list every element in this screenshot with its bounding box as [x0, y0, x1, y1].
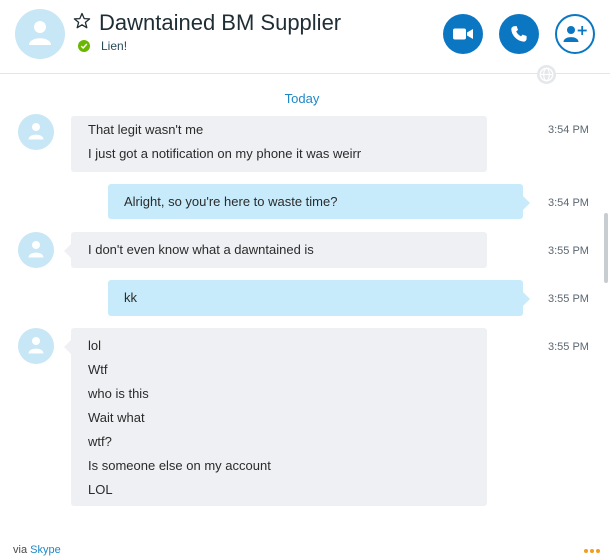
message-bubble-incoming[interactable]: That legit wasn't me I just got a notifi…	[71, 116, 487, 172]
conversation-header: Dawntained BM Supplier Lien!	[0, 0, 610, 74]
message-text: lol	[88, 338, 102, 353]
footer: via Skype	[0, 535, 610, 558]
via-prefix: via	[13, 544, 28, 556]
message-text: LOL	[88, 482, 113, 497]
message-text: I don't even know what a dawntained is	[88, 242, 314, 257]
more-options-icon[interactable]	[584, 549, 600, 553]
scrollbar-thumb[interactable]	[604, 213, 608, 283]
sender-avatar[interactable]	[18, 232, 54, 268]
person-icon	[28, 241, 44, 258]
message-text: That legit wasn't me	[88, 122, 204, 137]
message-text: Wtf	[88, 362, 108, 377]
via-attribution: via Skype	[13, 544, 61, 556]
message-timestamp: 3:55 PM	[548, 245, 589, 257]
mood-status: Lien!	[101, 39, 128, 53]
message-text: kk	[124, 290, 137, 305]
contact-avatar[interactable]	[15, 9, 65, 59]
person-icon	[28, 123, 44, 140]
contact-name[interactable]: Dawntained BM Supplier	[99, 10, 341, 36]
message-timestamp: 3:54 PM	[548, 197, 589, 209]
message-bubble-outgoing[interactable]: kk	[108, 280, 530, 316]
video-camera-icon	[453, 28, 473, 40]
message-timestamp: 3:54 PM	[548, 124, 589, 136]
message-text: I just got a notification on my phone it…	[88, 146, 362, 161]
via-skype-link[interactable]: Skype	[30, 544, 61, 556]
star-icon[interactable]	[73, 12, 91, 30]
message-text: wtf?	[88, 434, 112, 449]
presence-online-icon	[78, 40, 90, 52]
day-divider: Today	[284, 91, 320, 106]
add-person-icon	[563, 26, 587, 42]
sender-avatar[interactable]	[18, 328, 54, 364]
message-text: Is someone else on my account	[88, 458, 271, 473]
message-bubble-incoming[interactable]: I don't even know what a dawntained is	[64, 232, 487, 268]
globe-icon[interactable]	[537, 65, 556, 84]
video-call-button[interactable]	[443, 14, 483, 54]
sender-avatar[interactable]	[18, 114, 54, 150]
message-bubble-incoming[interactable]: lol Wtf who is this Wait what wtf? Is so…	[64, 328, 487, 506]
person-icon	[29, 21, 51, 45]
message-timestamp: 3:55 PM	[548, 341, 589, 353]
audio-call-button[interactable]	[499, 14, 539, 54]
message-text: Wait what	[88, 410, 145, 425]
person-icon	[28, 337, 44, 354]
phone-icon	[511, 26, 527, 42]
message-bubble-outgoing[interactable]: Alright, so you're here to waste time?	[108, 184, 530, 219]
message-text: who is this	[88, 386, 149, 401]
message-timestamp: 3:55 PM	[548, 293, 589, 305]
add-people-button[interactable]	[555, 14, 595, 54]
message-text: Alright, so you're here to waste time?	[124, 194, 338, 209]
